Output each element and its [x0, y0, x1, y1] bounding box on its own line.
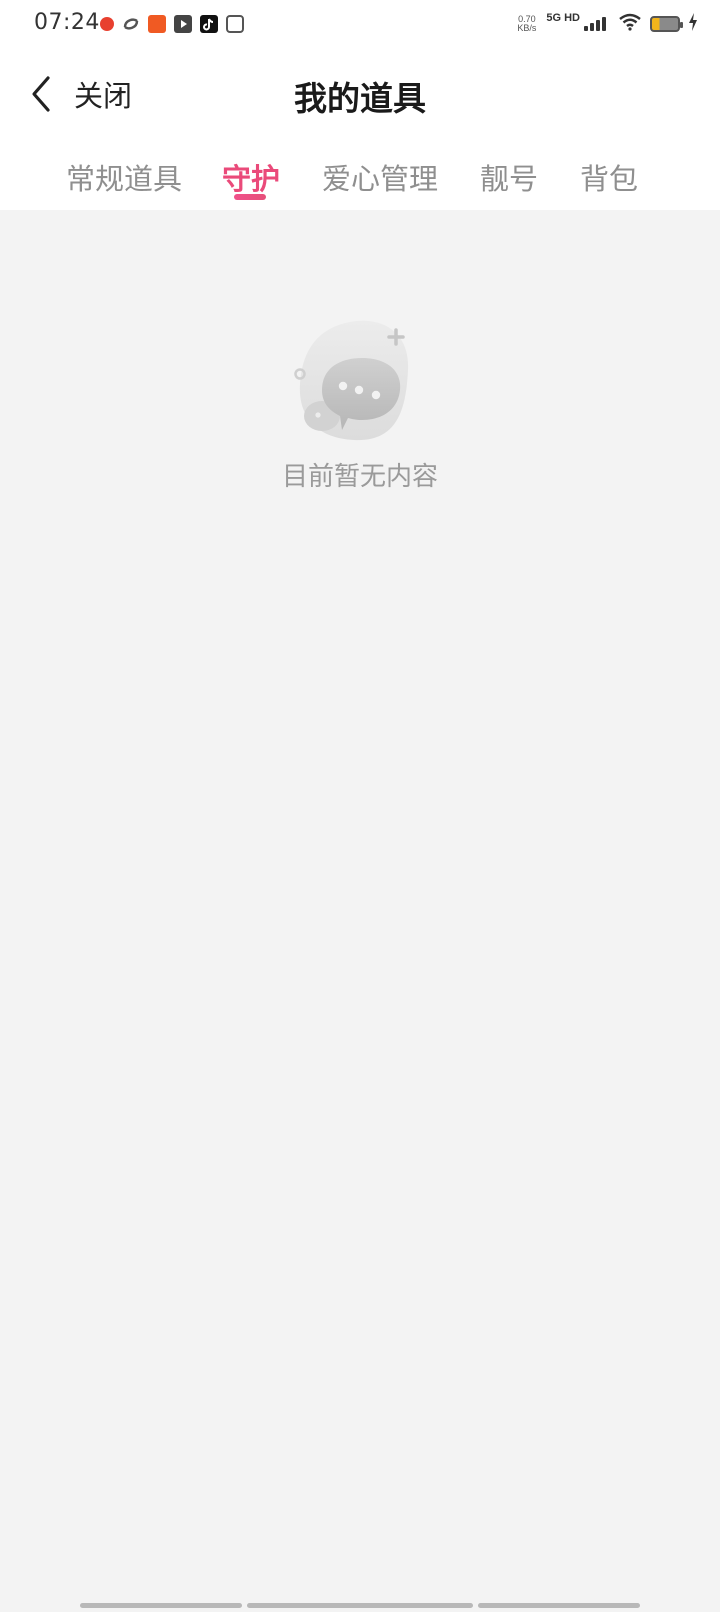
sync-icon	[122, 15, 140, 33]
active-tab-indicator	[234, 194, 266, 200]
gesture-bar-left	[80, 1603, 242, 1608]
status-bar: 07:24 0.70 KB/s 5G HD	[0, 0, 720, 48]
gesture-bar-right	[478, 1603, 640, 1608]
tab-vanity-number[interactable]: 靓号	[480, 156, 538, 198]
net-speed-unit: KB/s	[517, 23, 537, 33]
app-icon	[148, 15, 166, 33]
gesture-bar-middle	[247, 1603, 473, 1608]
tab-regular-items[interactable]: 常规道具	[66, 156, 182, 198]
app-notification-icon	[100, 17, 114, 31]
empty-state-text: 目前暂无内容	[281, 462, 438, 492]
empty-chat-icon	[292, 320, 428, 446]
wifi-icon	[618, 13, 642, 35]
tab-backpack[interactable]: 背包	[580, 156, 638, 198]
system-icons: 0.70 KB/s 5G HD	[517, 10, 698, 38]
video-app-icon	[174, 15, 192, 33]
signal-icon	[584, 17, 608, 31]
tiktok-icon	[200, 15, 218, 33]
tab-guardian[interactable]: 守护	[222, 156, 280, 198]
page-title: 我的道具	[294, 79, 426, 118]
search-app-icon	[226, 15, 244, 33]
charging-icon	[688, 13, 698, 35]
battery-icon	[650, 16, 683, 32]
tab-love-management[interactable]: 爱心管理	[322, 156, 438, 198]
gesture-bar	[0, 1603, 720, 1608]
top-nav: 关闭 我的道具	[0, 48, 720, 141]
status-time: 07:24	[34, 10, 100, 35]
empty-state: 目前暂无内容	[0, 210, 720, 1610]
tab-bar: 常规道具 守护 爱心管理 靓号 背包	[0, 140, 720, 210]
network-label: 5G HD	[546, 12, 580, 24]
notification-icons	[100, 13, 252, 35]
net-speed: 0.70 KB/s	[517, 15, 536, 33]
